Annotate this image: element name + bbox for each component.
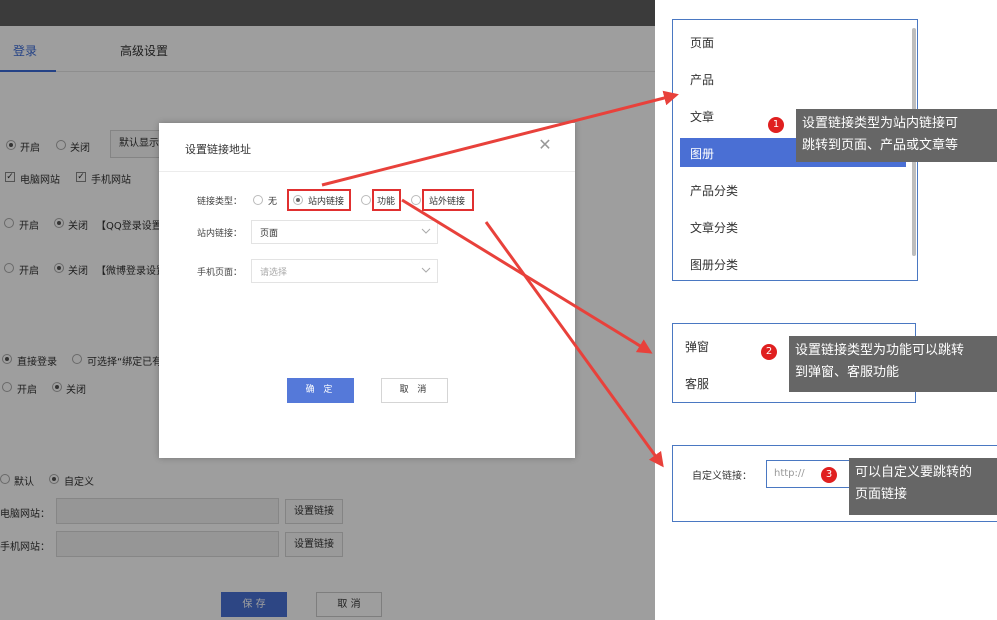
link-type-external-radio[interactable] [411,195,421,205]
callout-3: 可以自定义要跳转的 页面链接 [849,458,997,515]
callout-3-badge: 3 [821,467,837,483]
list-item[interactable]: 客服 [685,375,709,392]
dialog-divider [159,171,575,172]
callout-1: 设置链接类型为站内链接可 跳转到页面、产品或文章等 [796,109,997,162]
link-type-label: 链接类型： [197,197,243,207]
link-type-internal-radio[interactable] [293,195,303,205]
list-item[interactable]: 页面 [690,34,714,51]
list-item-label: 图册 [690,147,715,161]
internal-link-select[interactable]: 页面 [251,220,438,244]
callout-2-line1: 设置链接类型为功能可以跳转 [795,343,965,358]
link-type-none-radio[interactable] [253,195,263,205]
link-type-function-radio[interactable] [361,195,371,205]
close-icon[interactable]: ✕ [537,137,553,153]
link-type-internal-label: 站内链接 [308,197,345,207]
internal-link-value: 页面 [260,229,279,239]
link-type-function-label: 功能 [377,197,396,207]
mobile-page-label: 手机页面： [197,268,243,278]
list-item[interactable]: 弹窗 [685,338,709,355]
list-item[interactable]: 产品 [690,71,714,88]
mobile-page-select[interactable]: 请选择 [251,259,438,283]
link-type-external-label: 站外链接 [429,197,466,207]
callout-2-line2: 到弹窗、客服功能 [795,365,900,380]
callout-1-line2: 跳转到页面、产品或文章等 [802,138,959,153]
callout-3-line1: 可以自定义要跳转的 [855,465,973,480]
custom-link-placeholder: http:// [774,468,805,479]
list-item[interactable]: 文章 [690,108,714,125]
custom-link-label: 自定义链接： [692,471,752,482]
set-link-dialog: 设置链接地址 ✕ 链接类型： 无 站内链接 功能 站外链接 站内链接： 页面 手… [159,123,575,458]
dialog-cancel-button[interactable]: 取 消 [381,378,448,403]
chevron-down-icon [421,228,431,234]
link-type-none-label: 无 [268,197,278,207]
mobile-page-placeholder: 请选择 [260,268,288,278]
callout-3-line2: 页面链接 [855,487,908,502]
callout-1-badge: 1 [768,117,784,133]
chevron-down-icon [421,267,431,273]
callout-1-line1: 设置链接类型为站内链接可 [802,116,959,131]
list-item[interactable]: 图册分类 [690,256,738,273]
internal-link-label: 站内链接： [197,229,243,239]
confirm-button[interactable]: 确 定 [287,378,354,403]
callout-2-badge: 2 [761,344,777,360]
callout-2: 设置链接类型为功能可以跳转 到弹窗、客服功能 [789,336,997,392]
list-item[interactable]: 文章分类 [690,219,738,236]
dialog-title: 设置链接地址 [185,143,251,156]
list-item[interactable]: 产品分类 [690,182,738,199]
